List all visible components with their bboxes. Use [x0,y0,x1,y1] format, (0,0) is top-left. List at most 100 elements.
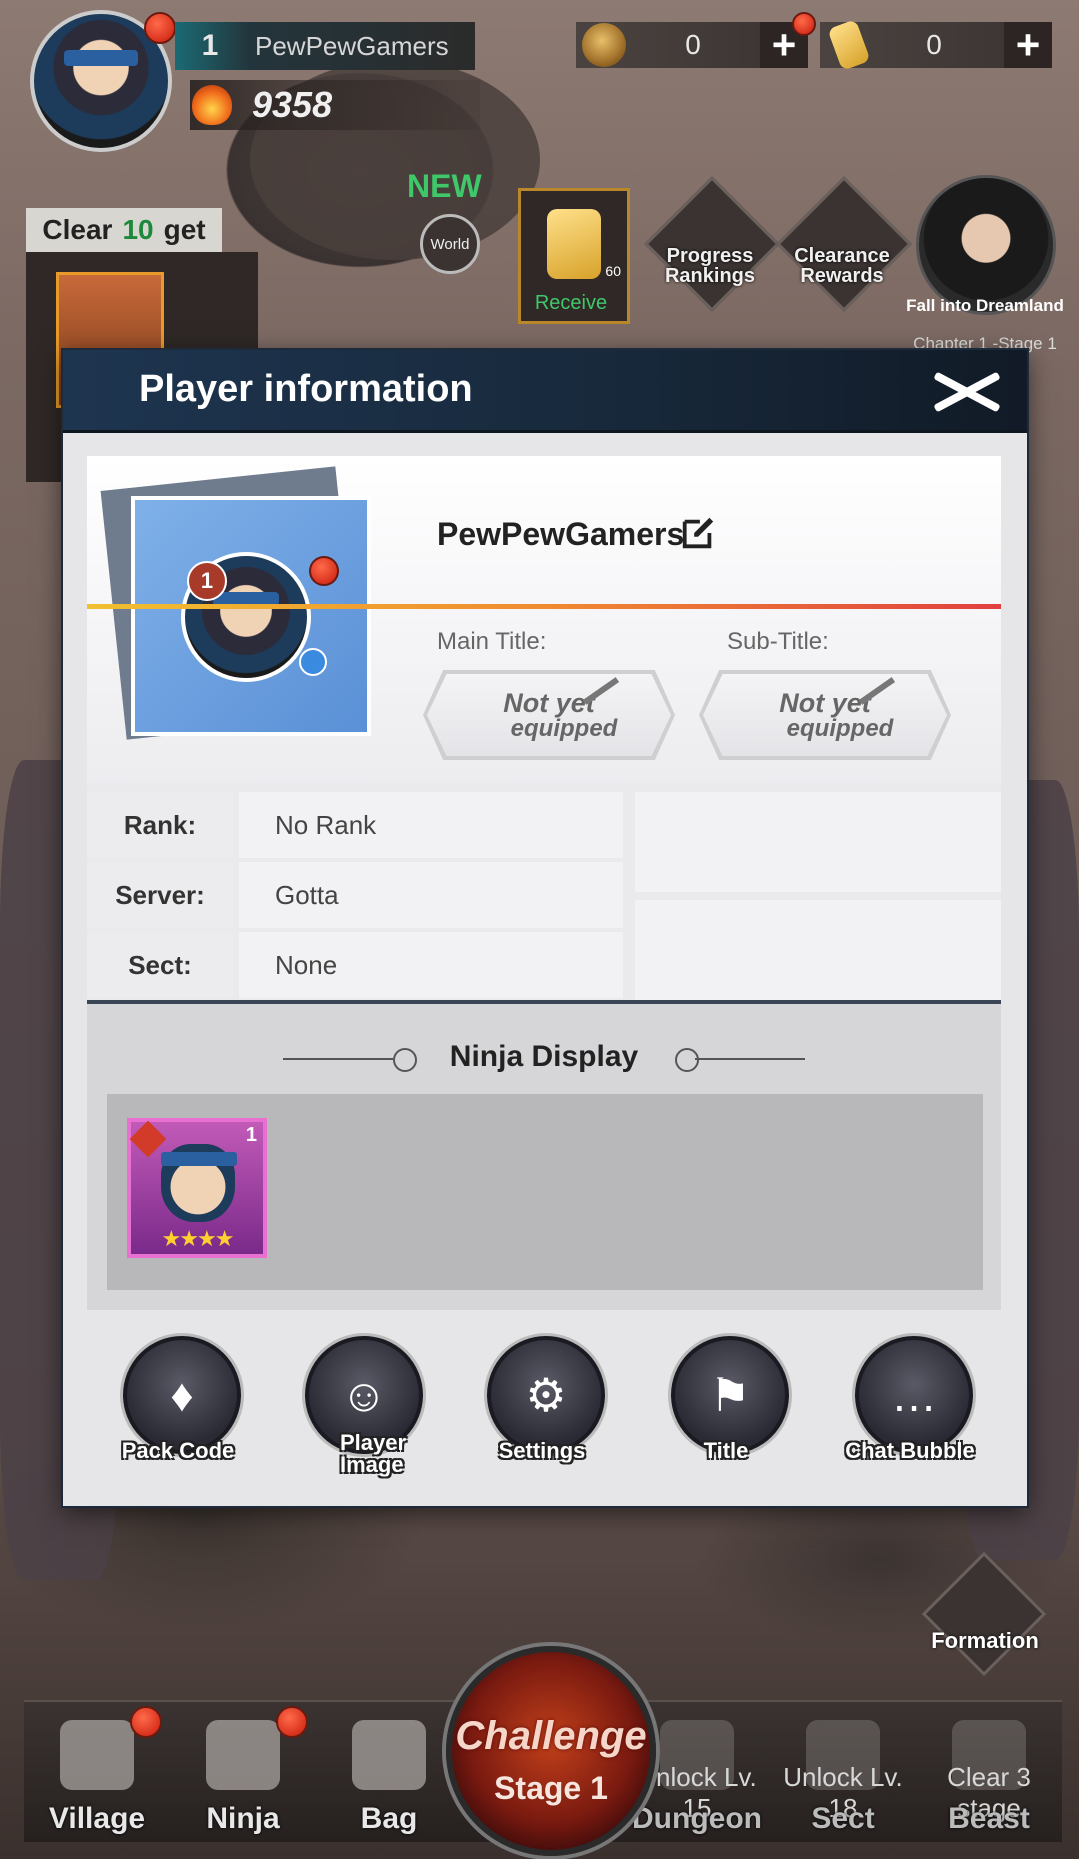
player-information-modal: Player information 1 PewPewGamers Main T… [63,350,1027,1506]
nav-ninja-label: Ninja [206,1802,280,1835]
nav-dungeon-label: Dungeon [632,1802,762,1835]
settings-button[interactable]: ⚙ Settings [477,1336,607,1486]
receive-count: 60 [605,263,621,279]
main-title-placeholder-line1: Not yet [503,688,595,718]
formation-label: Formation [931,1628,1039,1653]
scroll-currency: 0 + [820,19,1052,71]
copper-coin-icon [582,23,626,67]
pagoda-icon [60,1720,134,1790]
sub-title-placeholder-line2: equipped [786,715,894,742]
player-name: PewPewGamers [255,30,449,61]
main-title-placeholder-line2: equipped [510,715,618,742]
ring-icon [299,648,327,676]
ninja-icon [206,1720,280,1790]
modal-title: Player information [139,368,473,410]
sub-title-slot[interactable]: Not yet equipped [699,670,951,760]
rank-label: Rank: [87,792,233,858]
main-title-slot[interactable]: Not yet equipped [423,670,675,760]
headband [161,1152,237,1166]
challenge-stage: Stage 1 [494,1770,608,1806]
close-button[interactable] [927,362,1003,420]
nav-beast-label: Beast [948,1802,1030,1835]
modal-header: Player information [63,350,1027,433]
clearance-rewards-label: Clearance Rewards [794,245,890,287]
ninja-card-stars: ★★★★ [161,1226,235,1251]
bag-icon [352,1720,426,1790]
nav-bag[interactable]: Bag [316,1702,462,1842]
challenge-label: Challenge [455,1714,647,1758]
dreamland-label: Fall into Dreamland [906,296,1064,315]
nav-village-label: Village [48,1802,146,1835]
nav-bag-label: Bag [360,1802,418,1835]
rank-value: No Rank [239,792,623,858]
challenge-button[interactable]: Challenge Stage 1 [446,1646,656,1856]
notification-dot [792,12,816,36]
sect-value: None [239,932,623,998]
swirl-icon [675,1048,699,1072]
nav-sect[interactable]: Unlock Lv. 18 Sect [770,1702,916,1842]
flame-icon [192,85,232,125]
receive-label: Receive [534,292,608,314]
sect-label: Sect: [87,932,233,998]
add-scroll-button[interactable]: + [1004,21,1052,68]
ninja-display-heading: Ninja Display [449,1040,639,1073]
dreamland-boss-portrait[interactable] [916,175,1056,315]
notification-dot [276,1706,308,1738]
scroll-coin-icon [827,19,871,71]
chat-bubble-button[interactable]: … Chat Bubble [845,1336,975,1486]
sub-title-placeholder-line1: Not yet [779,688,871,718]
clear-prefix: Clear [42,214,113,245]
copper-currency: 0 + [576,21,808,68]
chat-bubble-icon: … [855,1336,973,1454]
profile-name: PewPewGamers [437,516,685,552]
ninja-card[interactable]: 1 ★★★★ [127,1118,267,1258]
profile-card: 1 PewPewGamers Main Title: Sub-Title: No… [87,456,1001,792]
player-info-table: Rank: No Rank Server: Gotta Sect: None [87,784,1001,1002]
pack-code-icon: ♦ [123,1336,241,1454]
portrait-level-badge: 1 [187,561,227,601]
notification-dot [130,1706,162,1738]
player-level-bar: 1 PewPewGamers [175,22,475,70]
player-image-label: Player Image [340,1430,407,1477]
server-label: Server: [87,862,233,928]
pack-code-button[interactable]: ♦ Pack Code [113,1336,243,1486]
power-display: 9358 [190,80,480,130]
pack-code-label: Pack Code [121,1438,235,1463]
server-row: Server: Gotta [87,862,627,932]
scroll-value: 0 [926,29,942,60]
scroll-icon [547,209,601,279]
title-label: Title [703,1438,749,1463]
settings-label: Settings [498,1438,586,1463]
info-side-panel [635,792,1001,892]
info-side-panel [635,900,1001,1000]
power-value: 9358 [252,84,333,125]
chat-bubble-label: Chat Bubble [845,1438,975,1463]
rank-row: Rank: No Rank [87,792,627,862]
sub-title-label: Sub-Title: [727,628,829,655]
clear-suffix: get [163,214,206,245]
edit-name-icon[interactable] [679,514,717,552]
gear-icon: ⚙ [487,1336,605,1454]
decorative-line [695,1058,805,1060]
clear-count: 10 [122,214,154,245]
title-icon: ⚑ [671,1336,789,1454]
world-button[interactable]: World [420,214,480,274]
player-level: 1 [201,29,219,62]
ninja-card-level: 1 [245,1124,257,1146]
player-image-button[interactable]: ☺ Player Image [295,1336,425,1486]
copper-value: 0 [685,29,701,60]
sect-row: Sect: None [87,932,627,1002]
server-value: Gotta [239,862,623,928]
new-tag: NEW [407,168,482,204]
nav-sect-label: Sect [811,1802,875,1835]
ninja-display-grid: 1 ★★★★ [107,1094,983,1290]
clear-reward-banner[interactable]: Clear 10 get [26,208,222,252]
main-title-label: Main Title: [437,628,547,655]
notification-dot [144,12,176,44]
notification-dot [309,556,339,586]
title-button[interactable]: ⚑ Title [661,1336,791,1486]
nav-beast[interactable]: Clear 3 stage Beast [916,1702,1062,1842]
ninja-display-section: Ninja Display 1 ★★★★ [87,1000,1001,1310]
fire-element-icon [129,1120,167,1158]
profile-divider [87,604,1001,609]
